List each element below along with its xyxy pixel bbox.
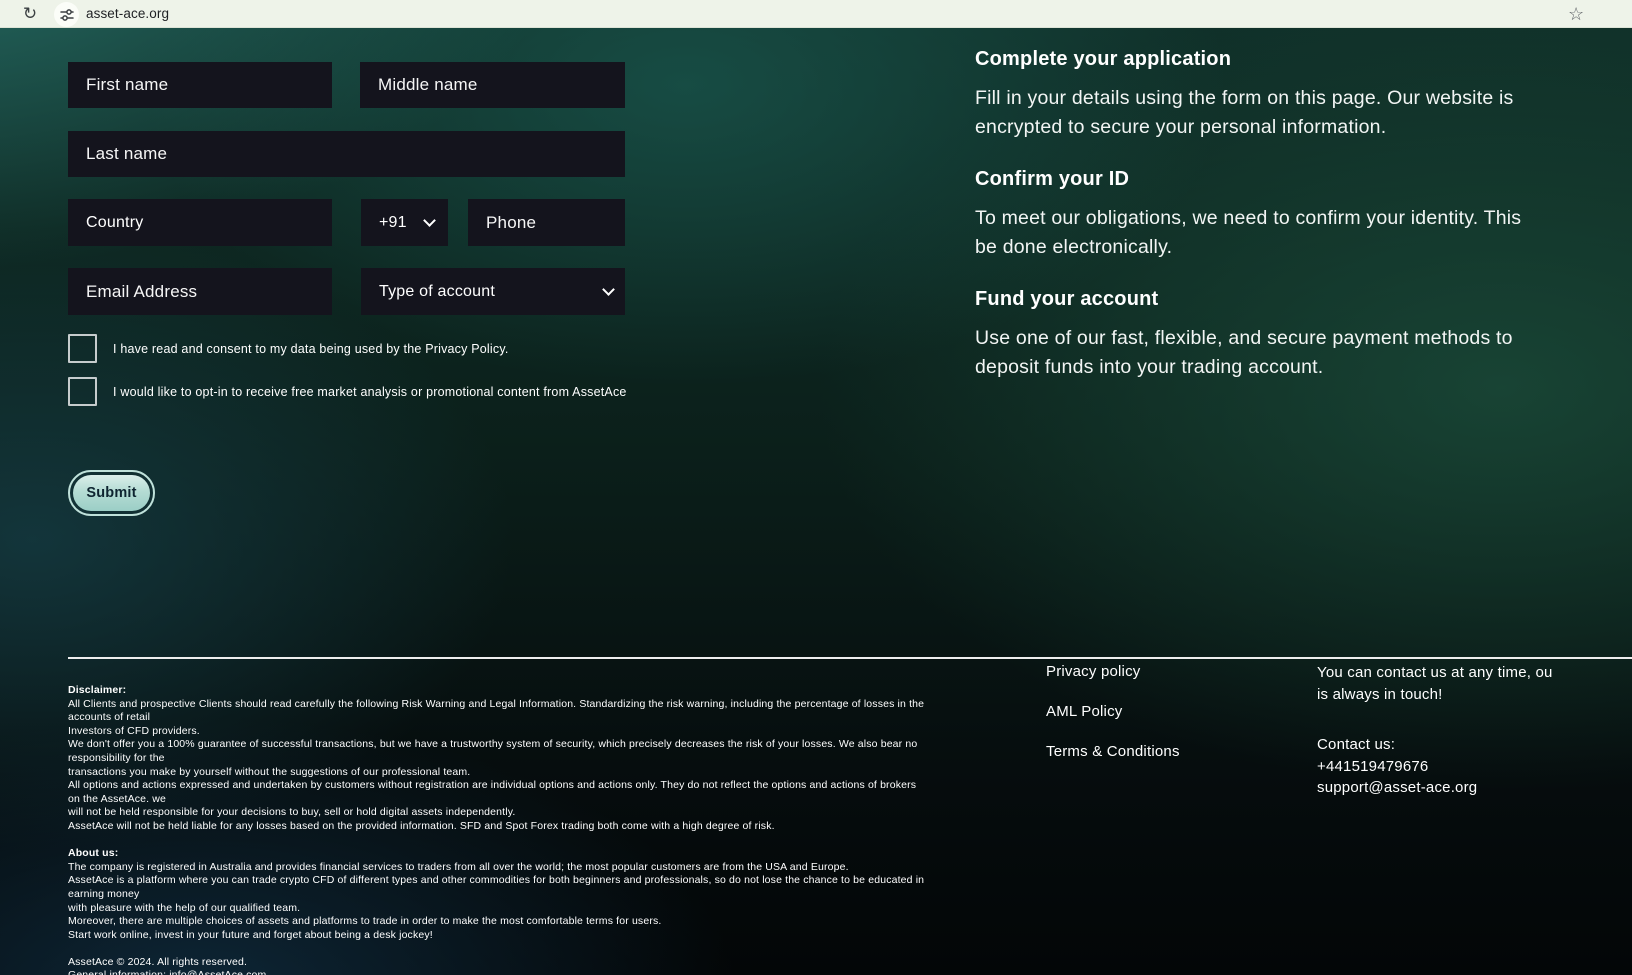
about-us-title: About us:	[68, 847, 928, 861]
disclaimer-body: All Clients and prospective Clients shou…	[68, 698, 928, 834]
footer-link-aml-policy[interactable]: AML Policy	[1046, 703, 1122, 720]
dial-code-select[interactable]: +91	[361, 199, 448, 246]
middle-name-input[interactable]	[360, 62, 625, 108]
submit-button[interactable]: Submit	[68, 470, 155, 516]
contact-details: Contact us: +441519479676 support@asset-…	[1317, 734, 1632, 799]
step-body-complete-application: Fill in your details using the form on t…	[975, 84, 1632, 142]
marketing-optin-checkbox[interactable]	[68, 377, 97, 406]
country-select[interactable]: Country	[68, 199, 332, 246]
submit-button-inner[interactable]: Submit	[73, 475, 150, 511]
tune-sliders-icon	[60, 8, 74, 22]
copyright-block: AssetAce © 2024. All rights reserved. Ge…	[68, 956, 928, 975]
account-type-select-value: Type of account	[379, 283, 495, 301]
footer-divider	[68, 657, 1632, 659]
privacy-consent-label: I have read and consent to my data being…	[113, 342, 509, 356]
step-title-complete-application: Complete your application	[975, 48, 1231, 71]
about-us-body: The company is registered in Australia a…	[68, 861, 928, 943]
site-info-icon[interactable]	[54, 2, 79, 27]
account-type-select[interactable]: Type of account	[361, 268, 625, 315]
email-input[interactable]	[68, 268, 332, 315]
first-name-input[interactable]	[68, 62, 332, 108]
reload-icon[interactable]: ↻	[19, 1, 41, 27]
step-body-fund-account: Use one of our fast, flexible, and secur…	[975, 324, 1632, 382]
phone-input[interactable]	[468, 199, 625, 246]
screen: ↻ asset-ace.org ☆ Country	[0, 0, 1632, 975]
step-title-fund-account: Fund your account	[975, 288, 1158, 311]
disclaimer-title: Disclaimer:	[68, 684, 928, 698]
browser-address-bar: ↻ asset-ace.org ☆	[0, 0, 1632, 28]
page-background: Country +91 Type of account I have read …	[0, 28, 1632, 975]
country-select-value: Country	[86, 214, 143, 232]
url-text[interactable]: asset-ace.org	[86, 0, 169, 28]
footer-link-privacy-policy[interactable]: Privacy policy	[1046, 663, 1141, 680]
marketing-optin-label: I would like to opt-in to receive free m…	[113, 385, 627, 399]
footer-link-terms-conditions[interactable]: Terms & Conditions	[1046, 743, 1180, 760]
step-body-confirm-id: To meet our obligations, we need to conf…	[975, 204, 1632, 262]
contact-intro: You can contact us at any time, ou is al…	[1317, 662, 1632, 705]
chevron-down-icon	[602, 283, 615, 296]
dial-code-select-value: +91	[379, 214, 407, 232]
last-name-input[interactable]	[68, 131, 625, 177]
bookmark-star-icon[interactable]: ☆	[1568, 0, 1584, 28]
privacy-consent-checkbox[interactable]	[68, 334, 97, 363]
step-title-confirm-id: Confirm your ID	[975, 168, 1129, 191]
chevron-down-icon	[423, 214, 436, 227]
footer-legal-text: Disclaimer: All Clients and prospective …	[68, 684, 928, 975]
